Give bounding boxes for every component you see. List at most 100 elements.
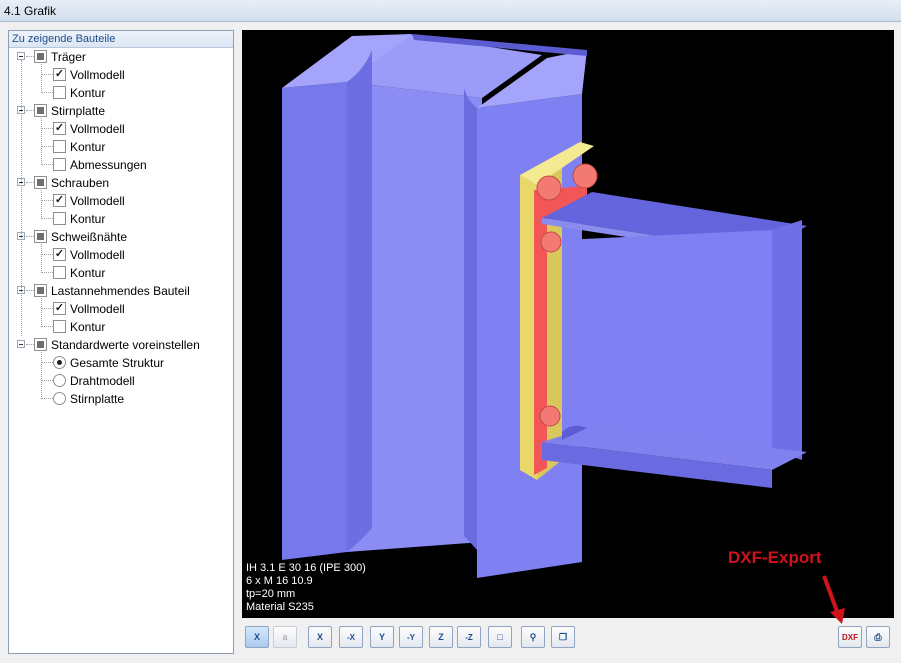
tree-radio-item[interactable]: Gesamte Struktur	[9, 354, 229, 372]
info-line-1: IH 3.1 E 30 16 (IPE 300)	[246, 562, 366, 574]
beam-web	[562, 230, 772, 450]
tree-group[interactable]: Stirnplatte	[9, 102, 229, 120]
view-y-button[interactable]: Y	[370, 626, 394, 648]
beam-web-right	[772, 220, 802, 460]
tree-connector	[41, 116, 42, 165]
graphics-toolbar: X a X -X Y -Y Z -Z □ ⚲ ❐ DXF ⎙	[242, 624, 894, 652]
window-title: 4.1 Grafik	[4, 4, 57, 18]
checkbox[interactable]	[53, 86, 66, 99]
copy-icon: ❐	[558, 632, 568, 642]
tree-group-label: Lastannehmendes Bauteil	[51, 284, 190, 298]
tree-check-item[interactable]: Kontur	[9, 210, 229, 228]
collapse-icon[interactable]	[17, 340, 25, 348]
tree-connector	[41, 200, 53, 201]
tree-connector	[41, 92, 53, 93]
tree-check-item[interactable]: Kontur	[9, 84, 229, 102]
tree-connector	[26, 110, 34, 111]
dxf-export-button[interactable]: DXF	[838, 626, 862, 648]
view-x-button[interactable]: X	[308, 626, 332, 648]
tree-check-item[interactable]: ✓ Vollmodell	[9, 246, 229, 264]
printer-icon: ⎙	[874, 632, 882, 642]
connection-model	[282, 34, 807, 578]
components-panel: Zu zeigende Bauteile Träger ✓ Vollmodell Ko…	[8, 30, 234, 654]
checkbox[interactable]: ✓	[53, 302, 66, 315]
checkbox[interactable]: ✓	[53, 68, 66, 81]
print-button[interactable]: ⎙	[866, 626, 890, 648]
panel-header: Zu zeigende Bauteile	[9, 31, 233, 48]
radio-button[interactable]	[53, 392, 66, 405]
tree-check-item[interactable]: Abmessungen	[9, 156, 229, 174]
checkbox[interactable]: ✓	[53, 194, 66, 207]
tree-group-label: Schrauben	[51, 176, 110, 190]
tree-check-item[interactable]: ✓ Vollmodell	[9, 66, 229, 84]
checkbox[interactable]	[53, 212, 66, 225]
window-titlebar: 4.1 Grafik	[0, 0, 901, 22]
radio-button[interactable]	[53, 356, 66, 369]
view-minus-x-button[interactable]: -X	[339, 626, 363, 648]
checkbox[interactable]	[53, 158, 66, 171]
cube-icon: □	[497, 632, 503, 642]
tree-check-item[interactable]: Kontur	[9, 318, 229, 336]
checkbox[interactable]	[53, 266, 66, 279]
tree-connector	[26, 182, 34, 183]
column-left-flange	[282, 82, 347, 560]
tree-item-label: Vollmodell	[70, 122, 125, 136]
tree-check-item[interactable]: ✓ Vollmodell	[9, 120, 229, 138]
radio-button[interactable]	[53, 374, 66, 387]
tree-connector	[41, 350, 42, 399]
tree-connector	[41, 326, 53, 327]
tree-connector	[41, 272, 53, 273]
tree-connector	[26, 290, 34, 291]
tree-connector	[26, 56, 34, 57]
zoom-reset-button[interactable]: ⚲	[521, 626, 545, 648]
tree-connector	[41, 164, 53, 165]
tree-group[interactable]: Schrauben	[9, 174, 229, 192]
tree-connector	[26, 236, 34, 237]
3d-viewport[interactable]	[242, 30, 894, 618]
tree-radio-item[interactable]: Stirnplatte	[9, 390, 229, 408]
view-minus-y-button[interactable]: -Y	[399, 626, 423, 648]
checkbox[interactable]	[53, 140, 66, 153]
tree-group-label: Träger	[51, 50, 86, 64]
tree-group[interactable]: Schweißnähte	[9, 228, 229, 246]
checkbox[interactable]: ✓	[53, 248, 66, 261]
view-minus-z-button[interactable]: -Z	[457, 626, 481, 648]
tree-group[interactable]: Träger	[9, 48, 229, 66]
tree-connector	[41, 296, 42, 327]
tree-connector	[41, 308, 53, 309]
tree-connector	[41, 398, 53, 399]
annotation-arrow	[822, 575, 845, 624]
view-direction-button[interactable]: X	[245, 626, 269, 648]
collapse-icon[interactable]	[17, 52, 25, 60]
copy-view-button[interactable]: ❐	[551, 626, 575, 648]
model-info: IH 3.1 E 30 16 (IPE 300) 6 x M 16 10.9 t…	[246, 562, 366, 614]
label-toggle-button[interactable]: a	[273, 626, 297, 648]
tree-connector	[41, 218, 53, 219]
dxf-export-annotation: DXF-Export	[728, 548, 822, 567]
info-line-4: Material S235	[246, 601, 314, 613]
tree-item-label: Kontur	[70, 140, 106, 154]
tree-connector	[26, 344, 34, 345]
tree-item-label: Gesamte Struktur	[70, 356, 165, 370]
tree-root-connector	[21, 60, 22, 336]
tree-group[interactable]: Lastannehmendes Bauteil	[9, 282, 229, 300]
tree-check-item[interactable]: Kontur	[9, 138, 229, 156]
tree-item-label: Abmessungen	[70, 158, 147, 172]
tree-check-item[interactable]: ✓ Vollmodell	[9, 300, 229, 318]
tree-radio-item[interactable]: Drahtmodell	[9, 372, 229, 390]
bolt-3	[540, 231, 562, 253]
isometric-view-button[interactable]: □	[488, 626, 512, 648]
tree-check-item[interactable]: Kontur	[9, 264, 229, 282]
tree-group-label: Standardwerte voreinstellen	[51, 338, 200, 352]
tree-check-item[interactable]: ✓ Vollmodell	[9, 192, 229, 210]
checkbox[interactable]: ✓	[53, 122, 66, 135]
tree-connector	[41, 62, 42, 93]
tree-connector	[41, 146, 53, 147]
view-z-button[interactable]: Z	[429, 626, 453, 648]
tree-item-label: Kontur	[70, 86, 106, 100]
tree-connector	[41, 242, 42, 273]
tree-item-label: Stirnplatte	[70, 392, 125, 406]
tree-connector	[41, 362, 53, 363]
checkbox[interactable]	[53, 320, 66, 333]
tree-group[interactable]: Standardwerte voreinstellen	[9, 336, 229, 354]
